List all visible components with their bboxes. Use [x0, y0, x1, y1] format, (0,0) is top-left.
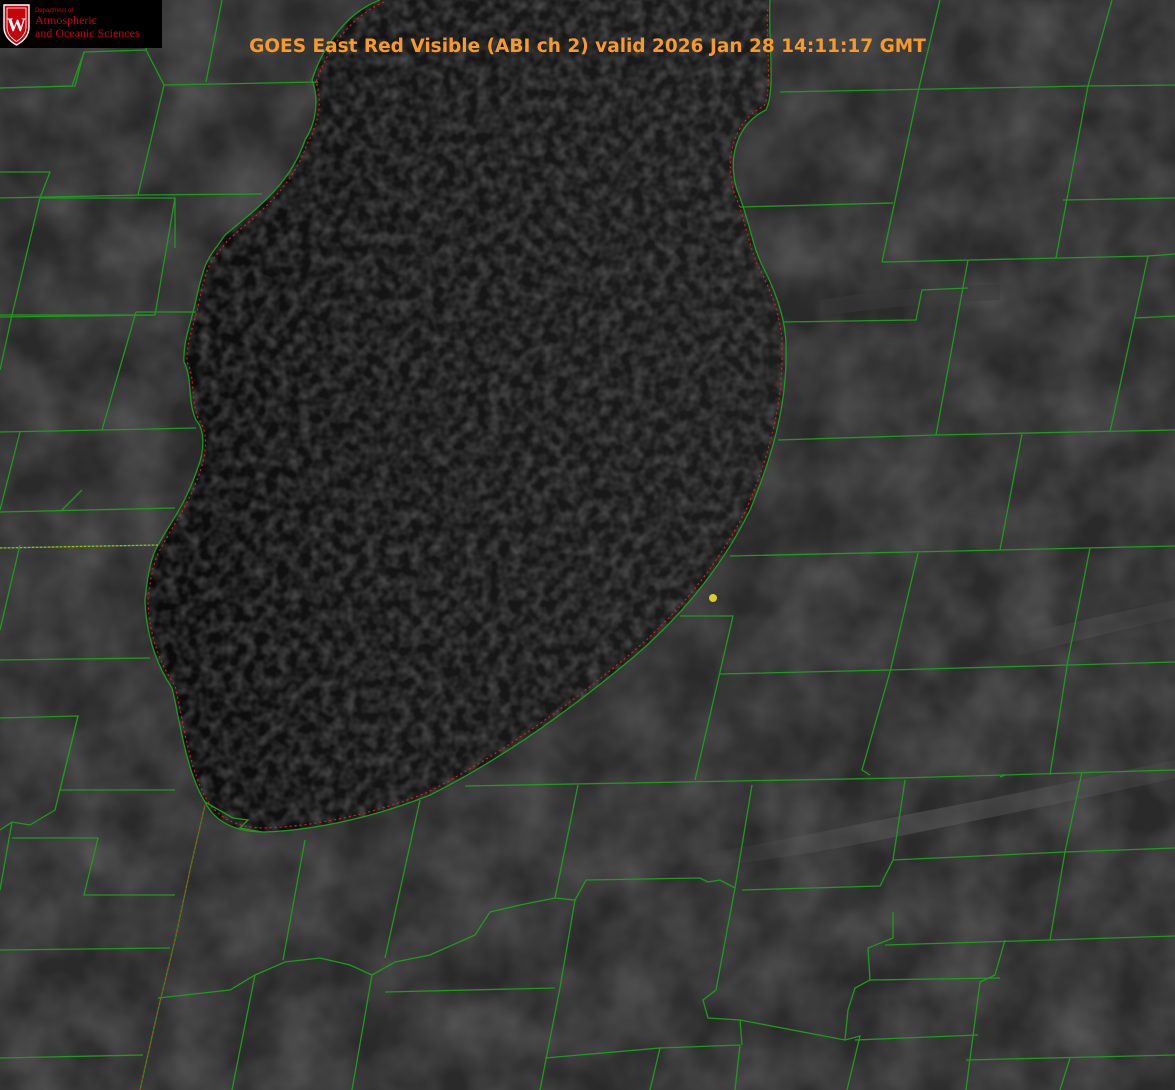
station-marker: [709, 594, 717, 602]
crest-letter: W: [7, 15, 26, 36]
uw-crest-icon: W: [3, 4, 30, 46]
uw-aos-logo: W Department of Atmospheric and Oceanic …: [0, 0, 162, 48]
satellite-image: [0, 0, 1175, 1090]
department-name-line2: and Oceanic Sciences: [35, 26, 140, 40]
